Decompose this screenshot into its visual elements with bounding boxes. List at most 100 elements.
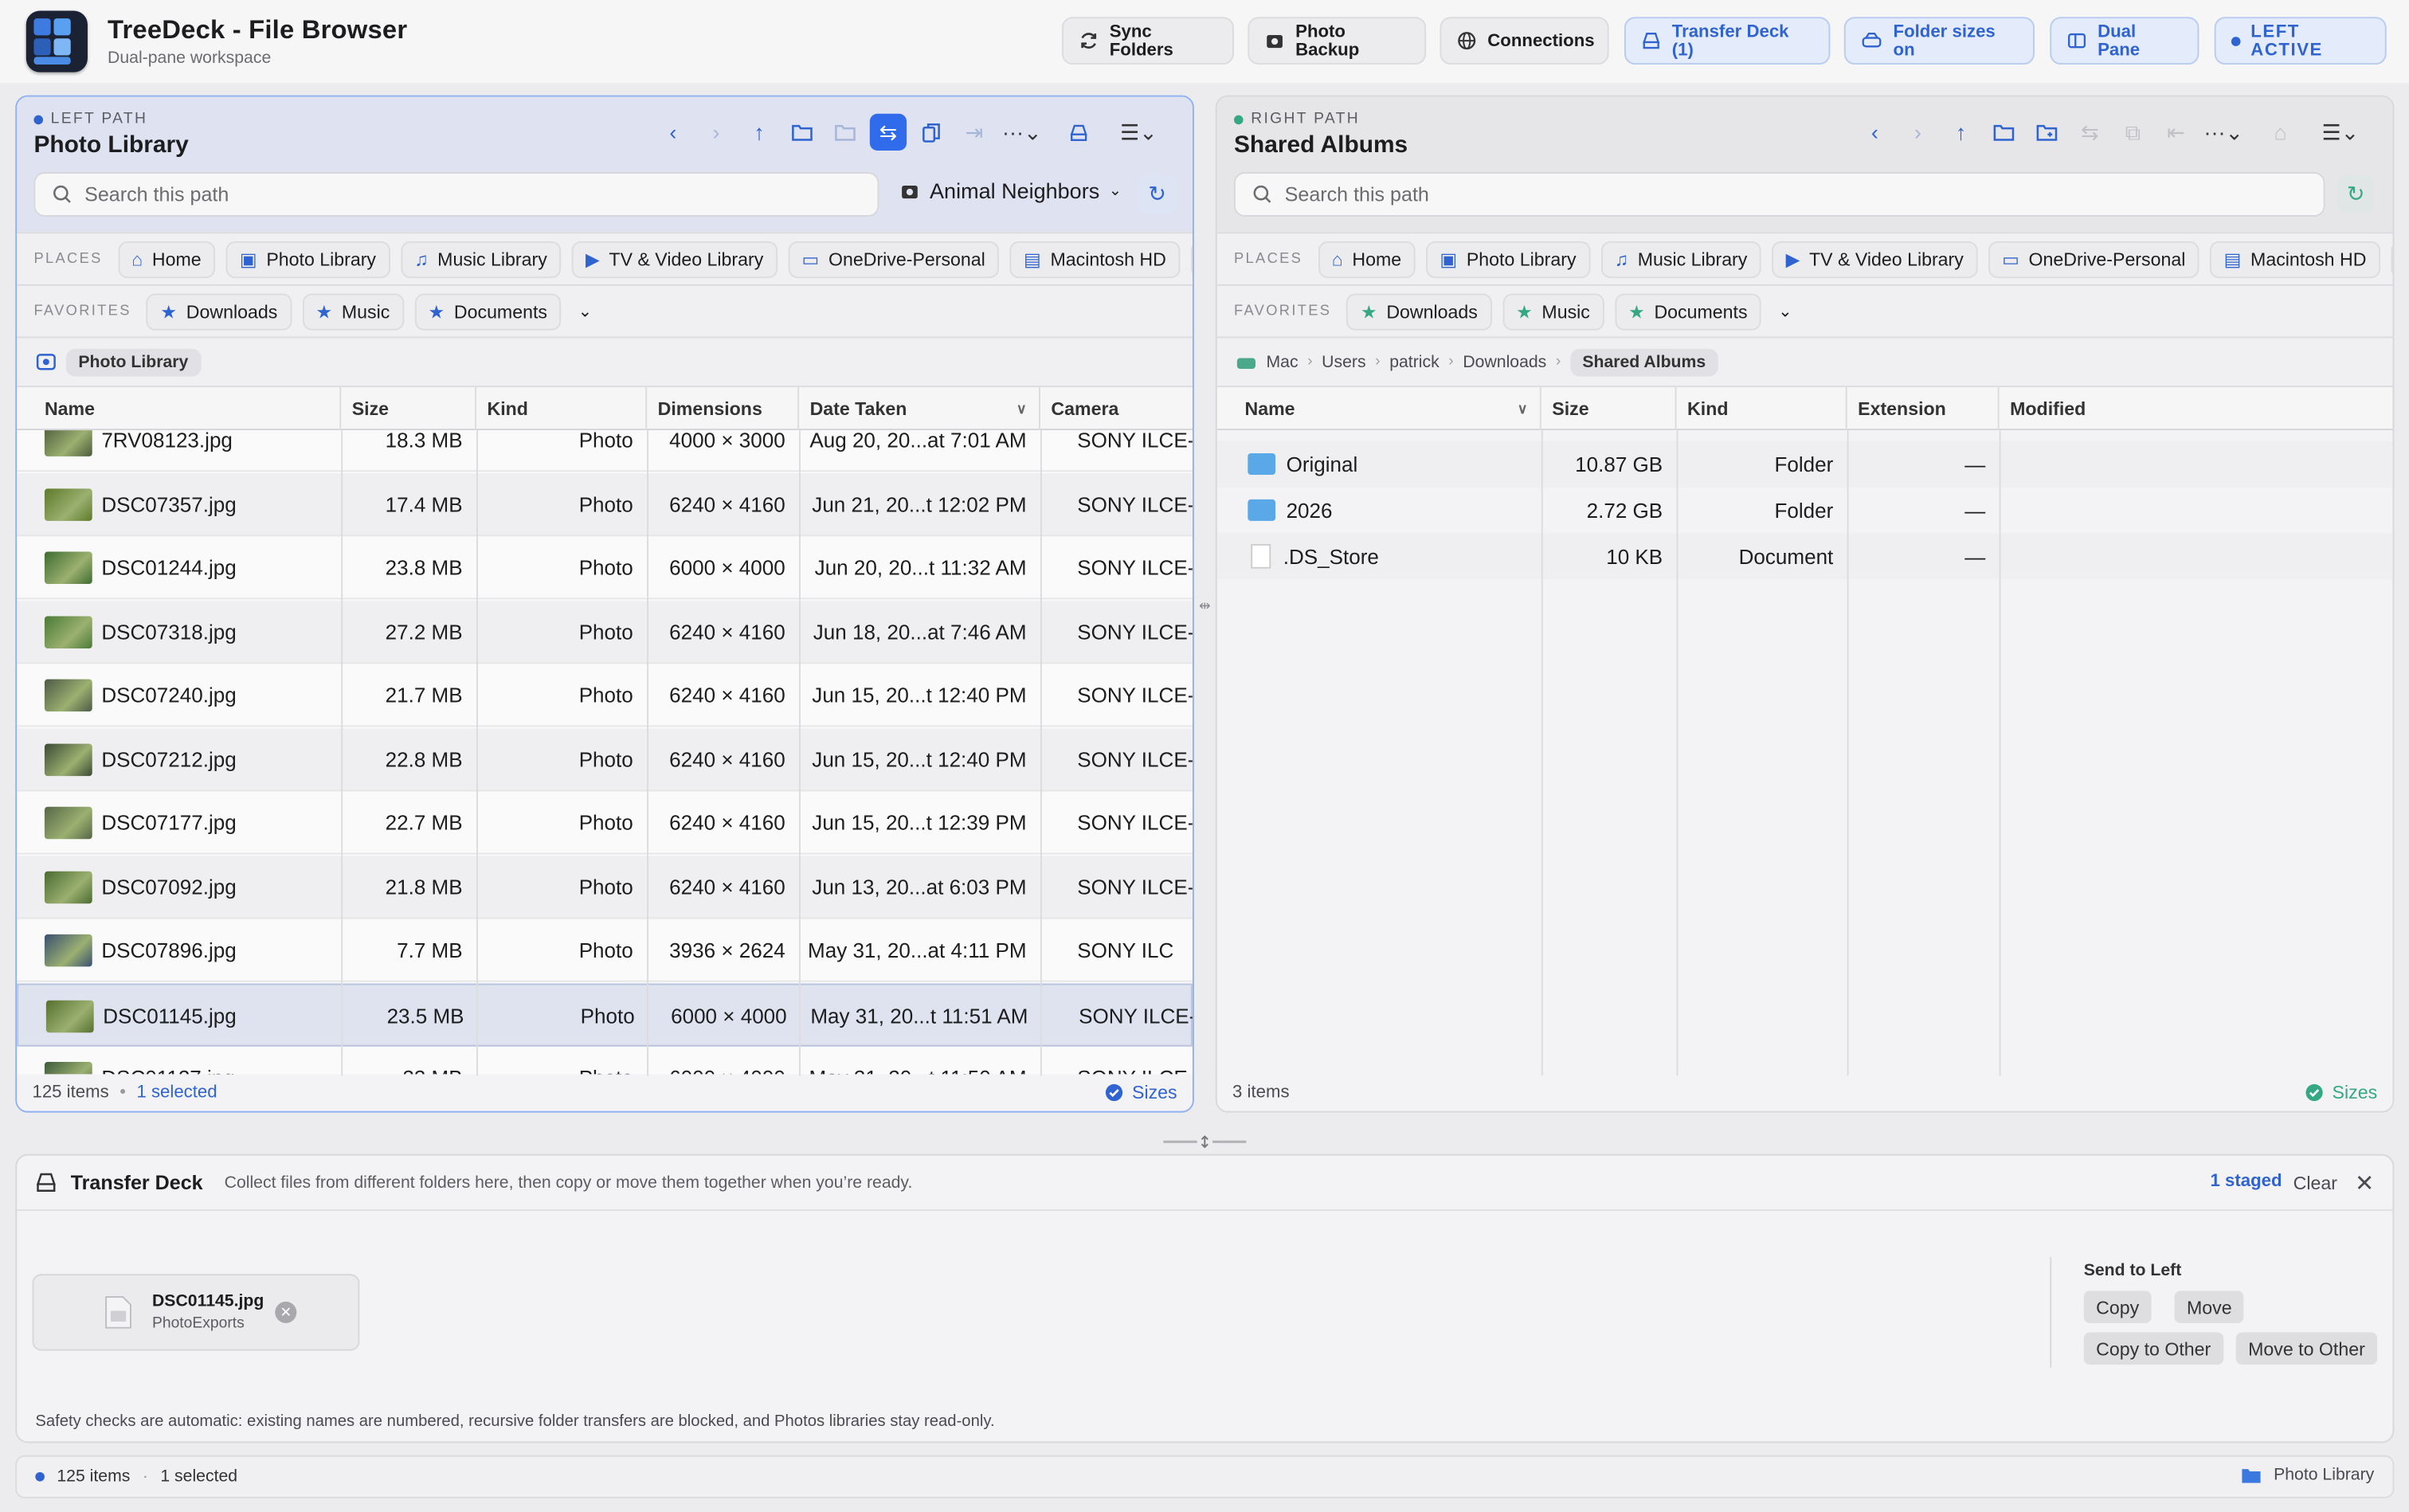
move-to-other-button[interactable]: Move to Other	[2235, 1332, 2378, 1365]
view-mode-icon[interactable]: ☰⌄	[1113, 114, 1165, 151]
right-file-list[interactable]: Original 10.87 GB Folder — 2026 2.72 GB Folder…	[1216, 430, 2393, 1076]
swap-panes-icon[interactable]: ⇆	[2071, 114, 2108, 151]
table-row[interactable]: DSC07240.jpg 21.7 MB Photo 6240 × 4160 Jun 1…	[17, 664, 1193, 727]
crumb-item[interactable]: Shared Albums	[1569, 347, 1718, 376]
col-kind[interactable]: Kind	[1677, 387, 1847, 431]
folder-icon[interactable]	[784, 114, 821, 151]
right-refresh-button[interactable]: ↻	[2337, 174, 2375, 214]
left-active-badge[interactable]: LEFT ACTIVE	[2214, 17, 2387, 65]
copy-icon[interactable]	[913, 114, 950, 151]
place-chip-4[interactable]: ▭ OneDrive-Personal	[788, 240, 1000, 278]
table-row[interactable]: DSC07177.jpg 22.7 MB Photo 6240 × 4160 Jun 1…	[17, 791, 1193, 855]
copy-icon[interactable]: ⧉	[2114, 114, 2151, 151]
folder-icon[interactable]	[1985, 114, 2022, 151]
place-chip-5[interactable]: ▤ Macintosh HD	[2210, 240, 2380, 278]
forward-icon[interactable]: ›	[1899, 114, 1936, 151]
table-row[interactable]: DSC07357.jpg 17.4 MB Photo 6240 × 4160 Jun 2…	[17, 472, 1193, 536]
staged-file-card[interactable]: DSC01145.jpg PhotoExports ✕	[32, 1274, 360, 1351]
crumb-item[interactable]: Mac	[1266, 353, 1298, 371]
place-chip-2[interactable]: ♫ Music Library	[400, 240, 562, 278]
sync-folders-button[interactable]: Sync Folders	[1061, 17, 1234, 65]
table-row[interactable]: DSC01244.jpg 23.8 MB Photo 6000 × 4000 Jun 2…	[17, 536, 1193, 600]
left-search-input[interactable]: Search this path	[33, 172, 879, 217]
col-modified[interactable]: Modified	[2000, 387, 2393, 430]
deck-splitter[interactable]	[1163, 1128, 1247, 1149]
more-icon[interactable]: ···⌄	[999, 114, 1045, 151]
connections-button[interactable]: Connections	[1440, 17, 1609, 65]
left-pane[interactable]: LEFT PATH Photo Library ‹ › ↑ ⇆ ⇥ ···⌄ ☰…	[15, 95, 1194, 1113]
place-chip-3[interactable]: ▶ TV & Video Library	[571, 240, 778, 278]
crumb-item[interactable]: Downloads	[1463, 353, 1546, 371]
left-view-select[interactable]: Animal Neighbors ⌄	[899, 178, 1122, 203]
left-file-list[interactable]: 7RV08123.jpg 18.3 MB Photo 4000 × 3000 Aug 2…	[17, 430, 1193, 1076]
table-row[interactable]: 7RV08123.jpg 18.3 MB Photo 4000 × 3000 Aug 2…	[17, 430, 1193, 472]
crumb-item[interactable]: Users	[1322, 353, 1365, 371]
place-chip-4[interactable]: ▭ OneDrive-Personal	[1988, 240, 2199, 278]
swap-panes-icon[interactable]: ⇆	[869, 113, 907, 151]
close-icon[interactable]: ✕	[2355, 1169, 2374, 1197]
forward-icon[interactable]: ›	[698, 114, 734, 151]
tray-action-icon[interactable]: ⌂	[2262, 114, 2298, 151]
favorite-chip-2[interactable]: ★ Documents	[1614, 292, 1761, 330]
left-refresh-button[interactable]: ↻	[1138, 174, 1176, 214]
move-icon[interactable]: ⇤	[2157, 114, 2194, 151]
back-icon[interactable]: ‹	[655, 114, 691, 151]
place-chip-0[interactable]: ⌂ Home	[117, 240, 215, 278]
left-crumb-current[interactable]: Photo Library	[65, 347, 201, 376]
table-row[interactable]: 2026 2.72 GB Folder —	[1217, 487, 2393, 533]
col-name[interactable]: Name ∨	[1234, 387, 1541, 431]
place-chip-2[interactable]: ♫ Music Library	[1600, 240, 1761, 278]
view-mode-icon[interactable]: ☰⌄	[2314, 114, 2367, 151]
col-kind[interactable]: Kind	[476, 387, 648, 431]
remove-icon[interactable]: ✕	[275, 1301, 297, 1323]
new-folder-icon[interactable]	[2028, 114, 2065, 151]
favorite-chip-1[interactable]: ★ Music	[302, 292, 404, 330]
col-camera[interactable]: Camera	[1040, 387, 1193, 430]
table-row[interactable]: DSC07212.jpg 22.8 MB Photo 6240 × 4160 Jun 1…	[17, 727, 1193, 791]
table-row[interactable]: .DS_Store 10 KB Document —	[1216, 533, 2393, 580]
right-sizes-toggle[interactable]: Sizes	[2305, 1074, 2377, 1110]
more-icon[interactable]: ···⌄	[2200, 114, 2246, 151]
favorite-chip-2[interactable]: ★ Documents	[414, 292, 562, 330]
move-button[interactable]: Move	[2174, 1291, 2245, 1323]
chevron-down-icon[interactable]: ⌄	[1778, 301, 1792, 321]
table-row[interactable]: DSC07896.jpg 7.7 MB Photo 3936 × 2624 May 31…	[17, 919, 1193, 982]
move-icon[interactable]: ⇥	[956, 114, 993, 151]
table-row[interactable]: DSC07092.jpg 21.8 MB Photo 6240 × 4160 Jun 1…	[17, 855, 1193, 919]
favorite-chip-1[interactable]: ★ Music	[1502, 292, 1604, 330]
transfer-deck-button[interactable]: Transfer Deck (1)	[1624, 17, 1831, 65]
crumb-item[interactable]: patrick	[1389, 353, 1440, 371]
pane-splitter[interactable]: ⇹	[1196, 569, 1214, 643]
favorite-chip-0[interactable]: ★ Downloads	[147, 292, 292, 330]
up-arrow-icon[interactable]: ↑	[741, 114, 778, 151]
table-row[interactable]: DSC01127.jpg23 MBPhoto6000 × 4000May 31,…	[17, 1047, 1193, 1076]
dual-pane-button[interactable]: Dual Pane	[2050, 17, 2199, 65]
photo-backup-button[interactable]: Photo Backup	[1248, 17, 1427, 65]
col-size[interactable]: Size	[1541, 387, 1677, 431]
right-search-input[interactable]: Search this path	[1233, 172, 2325, 217]
new-folder-icon[interactable]	[827, 114, 864, 151]
table-row[interactable]: DSC01145.jpg 23.5 MB Photo 6000 × 4000 May 3…	[17, 982, 1193, 1046]
col-extension[interactable]: Extension	[1847, 387, 2000, 431]
place-chip-0[interactable]: ⌂ Home	[1318, 240, 1416, 278]
more-places-icon[interactable]	[1190, 240, 1193, 278]
col-name[interactable]: Name	[33, 387, 342, 431]
clear-button[interactable]: Clear	[2293, 1173, 2337, 1194]
place-chip-3[interactable]: ▶ TV & Video Library	[1772, 240, 1978, 278]
col-size[interactable]: Size	[341, 387, 476, 431]
chevron-down-icon[interactable]: ⌄	[578, 301, 593, 321]
folder-sizes-button[interactable]: Folder sizes on	[1843, 17, 2035, 65]
copy-to-other-button[interactable]: Copy to Other	[2083, 1332, 2223, 1365]
right-pane[interactable]: RIGHT PATH Shared Albums ‹ › ↑ ⇆ ⧉ ⇤ ···…	[1215, 95, 2395, 1113]
favorite-chip-0[interactable]: ★ Downloads	[1346, 292, 1492, 330]
table-row[interactable]: Original 10.87 GB Folder —	[1216, 441, 2393, 488]
tray-action-icon[interactable]	[1060, 114, 1097, 151]
up-arrow-icon[interactable]: ↑	[1942, 114, 1979, 151]
place-chip-5[interactable]: ▤ Macintosh HD	[1009, 240, 1181, 278]
col-dimensions[interactable]: Dimensions	[647, 387, 800, 431]
place-chip-1[interactable]: ▣ Photo Library	[225, 240, 390, 278]
place-chip-1[interactable]: ▣ Photo Library	[1426, 240, 1590, 278]
col-date-taken[interactable]: Date Taken ∨	[799, 387, 1040, 431]
copy-button[interactable]: Copy	[2083, 1291, 2152, 1323]
left-sizes-toggle[interactable]: Sizes	[1104, 1074, 1177, 1110]
